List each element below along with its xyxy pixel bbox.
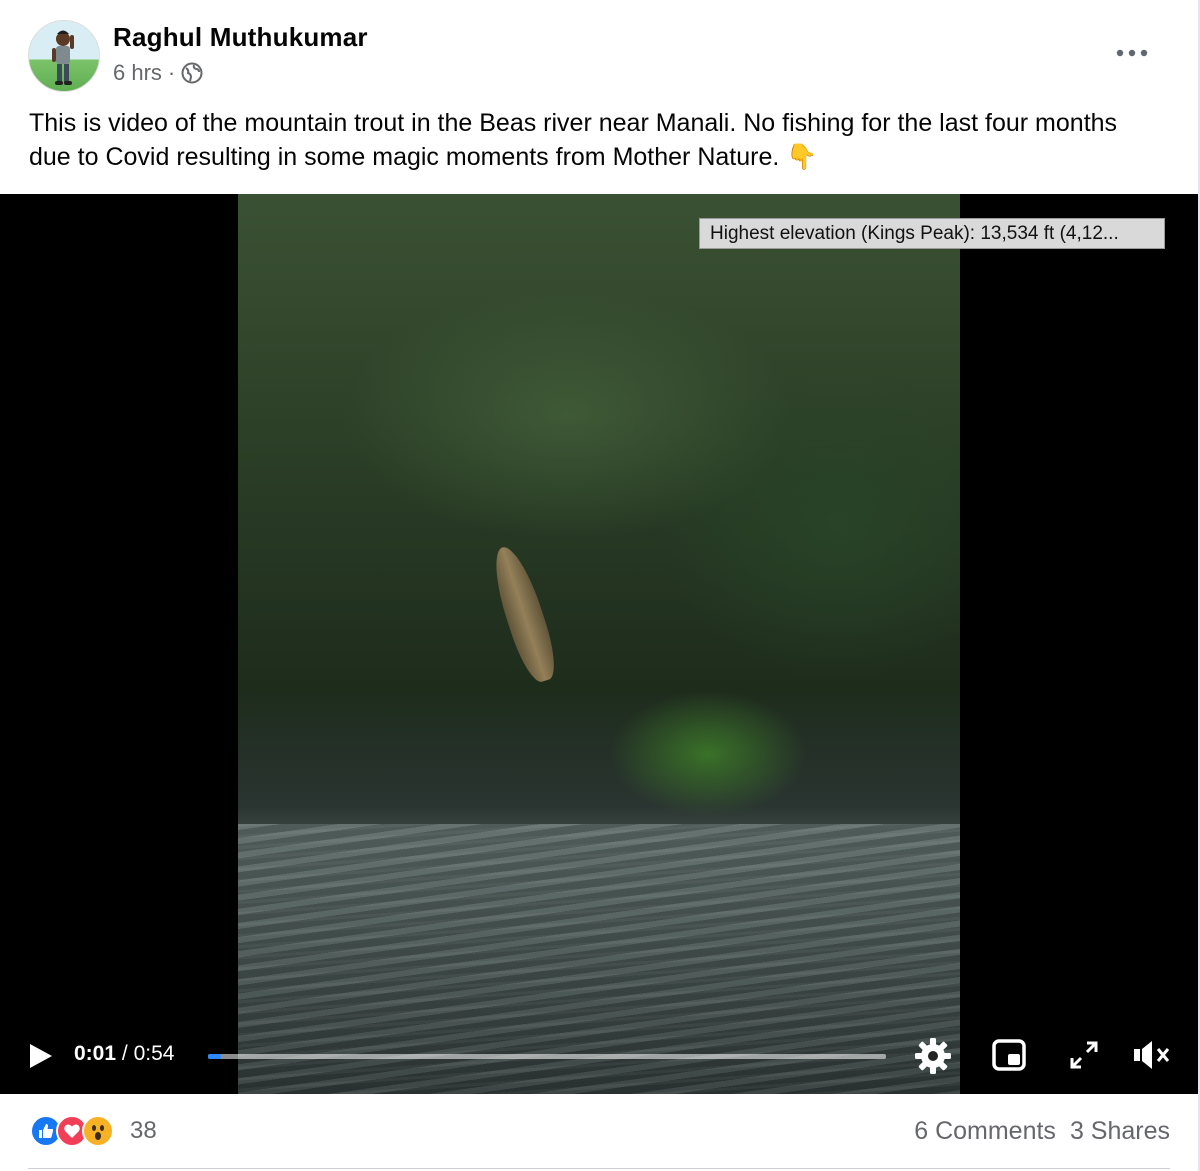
engagement-stats: 6 Comments 3 Shares — [914, 1117, 1170, 1146]
avatar[interactable] — [28, 20, 100, 92]
time-separator: / — [121, 1042, 128, 1065]
globe-icon[interactable] — [181, 62, 203, 84]
more-dots-icon — [1116, 49, 1148, 57]
wow-reaction-icon — [82, 1115, 114, 1147]
comments-link[interactable]: 6 Comments — [914, 1117, 1056, 1146]
avatar-figure-icon — [52, 30, 74, 85]
post-time[interactable]: 6 hrs — [113, 60, 162, 86]
post-card: Raghul Muthukumar 6 hrs · This is video … — [0, 0, 1200, 1171]
duration: 0:54 — [133, 1042, 175, 1065]
author-name[interactable]: Raghul Muthukumar — [113, 22, 368, 53]
picture-in-picture-icon[interactable] — [992, 1038, 1026, 1072]
settings-gear-icon[interactable] — [914, 1037, 952, 1075]
video-overlay-label: Highest elevation (Kings Peak): 13,534 f… — [699, 218, 1165, 249]
video-controls: 0:01 / 0:54 — [0, 1032, 1198, 1080]
current-time: 0:01 — [74, 1042, 117, 1065]
shares-link[interactable]: 3 Shares — [1070, 1117, 1170, 1146]
video-player[interactable]: Highest elevation (Kings Peak): 13,534 f… — [0, 194, 1198, 1094]
progress-fill — [208, 1054, 221, 1059]
post-meta: 6 hrs · — [113, 60, 203, 86]
mute-speaker-icon[interactable] — [1132, 1039, 1172, 1071]
more-options-button[interactable] — [1114, 38, 1150, 68]
footer-divider — [28, 1168, 1170, 1169]
fullscreen-icon[interactable] — [1068, 1039, 1100, 1071]
reactions-summary[interactable]: 38 — [30, 1115, 157, 1147]
play-icon[interactable] — [26, 1042, 54, 1070]
video-frame[interactable] — [238, 194, 960, 1094]
reaction-count: 38 — [130, 1117, 157, 1144]
post-caption: This is video of the mountain trout in t… — [29, 109, 1118, 171]
progress-bar[interactable] — [208, 1054, 886, 1059]
meta-separator: · — [167, 60, 176, 85]
jumping-trout — [485, 541, 563, 687]
video-time: 0:01 / 0:54 — [74, 1042, 174, 1066]
